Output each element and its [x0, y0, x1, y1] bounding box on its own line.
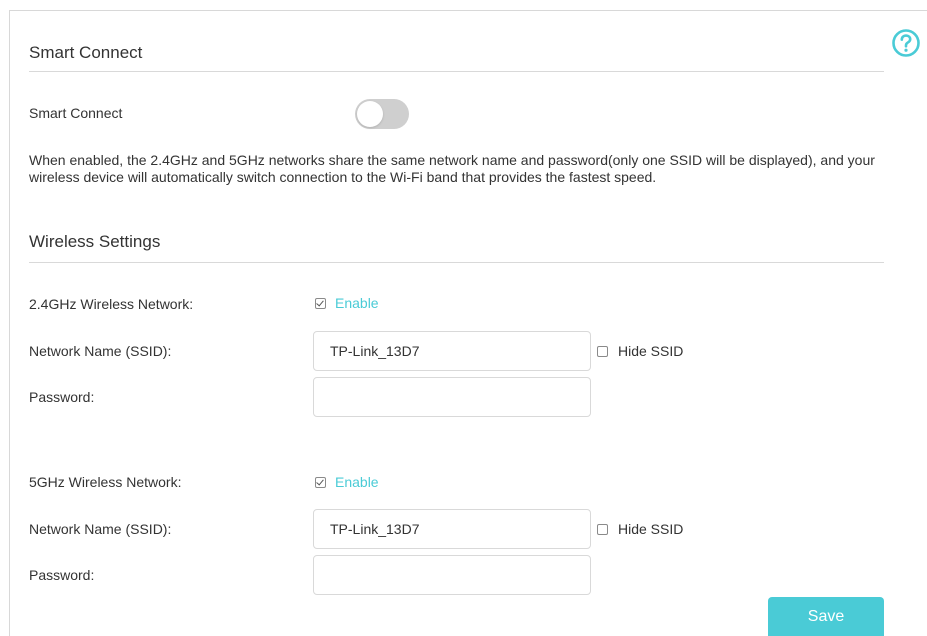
band-5-network-label: 5GHz Wireless Network:	[29, 474, 182, 490]
band-5-ssid-label: Network Name (SSID):	[29, 521, 172, 537]
band-5-password-label: Password:	[29, 567, 95, 583]
smart-connect-description: When enabled, the 2.4GHz and 5GHz networ…	[29, 152, 875, 185]
band-5-ssid-input[interactable]	[313, 509, 591, 549]
save-button[interactable]: Save	[768, 597, 884, 636]
band-24-enable-checkbox[interactable]	[315, 297, 326, 309]
band-24-hide-ssid-label[interactable]: Hide SSID	[618, 343, 683, 359]
band-5-hide-ssid-checkbox[interactable]	[597, 523, 608, 535]
section-divider	[29, 262, 884, 263]
wireless-settings-section-title: Wireless Settings	[29, 232, 161, 251]
band-24-enable-label[interactable]: Enable	[335, 295, 379, 311]
panel-border-top	[9, 10, 927, 11]
band-5-password-input[interactable]	[313, 555, 591, 595]
question-circle-icon[interactable]	[891, 28, 921, 58]
band-5-hide-ssid-option[interactable]: Hide SSID	[597, 521, 683, 537]
band-5-hide-ssid-label[interactable]: Hide SSID	[618, 521, 683, 537]
settings-panel: Smart Connect Smart Connect When enabled…	[0, 0, 927, 636]
band-24-hide-ssid-option[interactable]: Hide SSID	[597, 343, 683, 359]
band-24-password-input[interactable]	[313, 377, 591, 417]
smart-connect-label: Smart Connect	[29, 105, 123, 121]
smart-connect-toggle[interactable]	[355, 99, 409, 129]
band-24-enable-option[interactable]: Enable	[315, 295, 379, 311]
band-5-enable-checkbox[interactable]	[315, 476, 326, 488]
section-divider	[29, 71, 884, 72]
band-5-enable-label[interactable]: Enable	[335, 474, 379, 490]
smart-connect-section-title: Smart Connect	[29, 43, 143, 62]
band-24-password-label: Password:	[29, 389, 95, 405]
band-24-ssid-input[interactable]	[313, 331, 591, 371]
band-24-hide-ssid-checkbox[interactable]	[597, 345, 608, 357]
band-24-ssid-label: Network Name (SSID):	[29, 343, 172, 359]
band-24-network-label: 2.4GHz Wireless Network:	[29, 296, 194, 312]
toggle-knob	[357, 101, 383, 127]
panel-border-left	[9, 10, 10, 636]
band-5-enable-option[interactable]: Enable	[315, 474, 379, 490]
